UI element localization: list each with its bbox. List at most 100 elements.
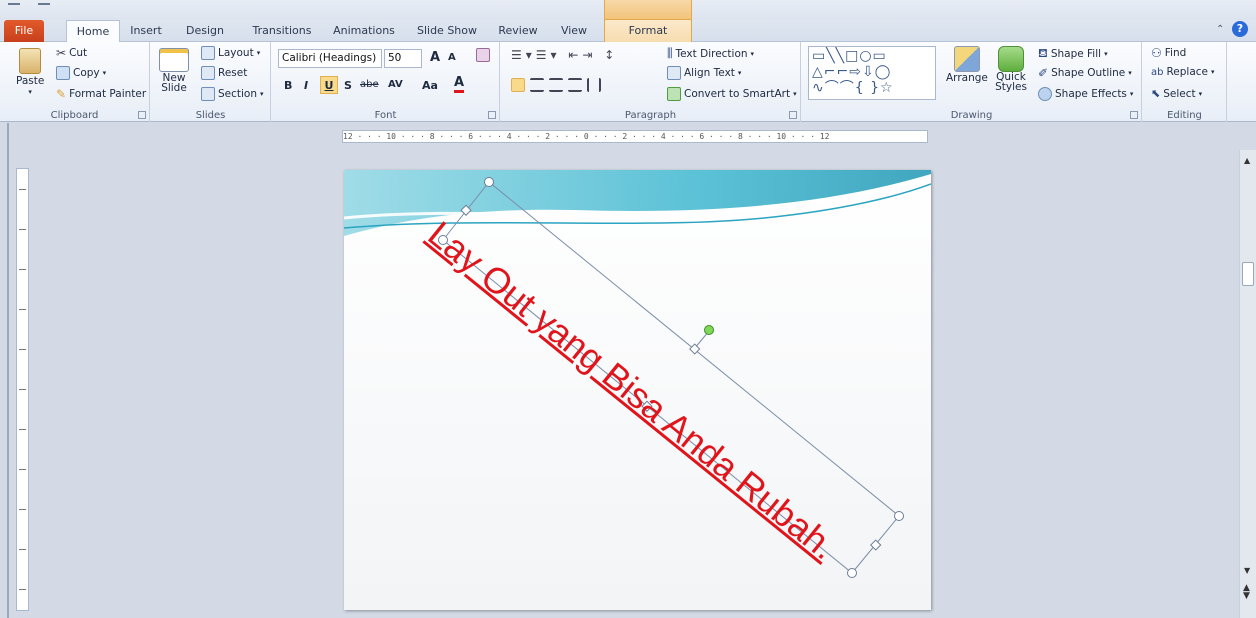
dialog-launcher-icon[interactable] [488,111,496,119]
group-label-paragraph: Paragraph [624,110,677,121]
resize-handle[interactable] [484,177,494,187]
shrink-font-button[interactable]: A [448,52,456,63]
group-paragraph: ☰▾☰▾ ⇤⇥ ↕ ⫼ Text Direction ▾ Align Text ▾ … [501,42,801,122]
shadow-button[interactable]: S [344,79,352,92]
page-navigation-icon[interactable]: ▲ ▼ [1243,584,1250,601]
dialog-launcher-icon[interactable] [138,111,146,119]
tab-home[interactable]: Home [66,20,120,43]
group-label-font: Font [374,110,397,121]
justify-icon[interactable] [568,78,582,92]
replace-icon: ab [1151,66,1164,78]
scroll-thumb[interactable] [1242,262,1254,286]
find-button[interactable]: ⚇ Find [1151,46,1186,60]
quick-access-toolbar[interactable] [8,3,50,9]
arrange-icon [953,46,980,72]
group-clipboard: Paste ▾ ✂ Cut Copy ▾ ✎ Format Painter Cl… [0,42,150,122]
shape-effects-button[interactable]: Shape Effects ▾ [1038,87,1133,101]
scroll-up-icon[interactable]: ▲ [1244,156,1250,165]
dialog-launcher-icon[interactable] [789,111,797,119]
resize-handle[interactable] [894,511,904,521]
group-drawing: ▭╲╲□○▭ △⌐⌐⇨⇩◯ ∿⌒⌒{ }☆ Arrange Quick Styles… [802,42,1142,122]
section-icon [201,87,215,101]
clear-formatting-button[interactable] [476,48,490,62]
paste-icon [19,48,42,74]
drawing-tools-context-header [604,0,692,20]
minimize-ribbon-icon[interactable]: ⌃ [1216,24,1226,35]
group-label-editing: Editing [1167,110,1202,121]
arrange-button[interactable]: Arrange [946,46,988,84]
cursor-icon: ⬉ [1151,87,1161,100]
character-spacing-button[interactable]: AV [388,79,403,90]
eraser-icon [476,48,490,62]
strikethrough-button[interactable]: abe [360,79,379,90]
text-direction-button[interactable]: ⫼ Text Direction ▾ [667,46,754,61]
group-label-drawing: Drawing [950,110,993,121]
section-button[interactable]: Section ▾ [201,87,264,101]
grow-font-button[interactable]: A [430,50,440,65]
tab-slide-show[interactable]: Slide Show [410,20,484,42]
quick-styles-button[interactable]: Quick Styles [992,46,1030,92]
quick-styles-icon [998,46,1024,72]
chevron-down-icon: ▾ [28,88,32,96]
shape-outline-button[interactable]: ✐ Shape Outline ▾ [1038,66,1132,80]
help-icon[interactable]: ? [1232,21,1248,37]
font-name-combo[interactable]: Calibri (Headings) [278,49,382,68]
group-label-slides: Slides [195,110,226,121]
change-case-button[interactable]: Aa [422,79,438,92]
shape-fill-button[interactable]: ⛾ Shape Fill ▾ [1038,46,1108,62]
list-buttons[interactable]: ☰▾☰▾ ⇤⇥ ↕ [511,48,618,62]
reset-button[interactable]: Reset [201,66,247,80]
text-direction-icon: ⫼ [667,46,673,60]
align-left-icon[interactable] [511,78,525,92]
paint-bucket-icon: ⛾ [1038,46,1048,60]
vertical-ruler [16,168,29,611]
pane-splitter[interactable] [7,123,9,618]
copy-button[interactable]: Copy ▾ [56,66,106,80]
group-font: Calibri (Headings) 50 A A B I U S abe AV… [272,42,500,122]
italic-button[interactable]: I [304,79,308,92]
layout-icon [201,46,215,60]
rotate-handle[interactable] [704,325,714,335]
alignment-buttons[interactable] [511,78,601,92]
chevron-down-icon: ▾ [102,69,107,77]
paste-button[interactable]: Paste ▾ [16,48,44,96]
tab-design[interactable]: Design [178,20,232,42]
convert-smartart-button[interactable]: Convert to SmartArt ▾ [667,87,797,101]
dialog-launcher-icon[interactable] [1130,111,1138,119]
underline-button[interactable]: U [320,76,338,94]
group-slides: New Slide Layout ▾ Reset Section ▾ Slides [151,42,271,122]
tab-view[interactable]: View [554,20,594,42]
binoculars-icon: ⚇ [1151,46,1162,60]
tab-file[interactable]: File [4,20,44,42]
align-right-icon[interactable] [549,78,563,92]
vertical-scrollbar[interactable]: ▲ ▼ ▲ ▼ [1239,150,1256,618]
pen-icon: ✐ [1038,66,1049,80]
tab-review[interactable]: Review [494,20,542,42]
tab-format[interactable]: Format [604,20,692,42]
select-button[interactable]: ⬉ Select ▾ [1151,87,1202,100]
smartart-icon [667,87,681,101]
scroll-down-icon[interactable]: ▼ [1244,566,1250,575]
tab-transitions[interactable]: Transitions [246,20,318,42]
align-text-button[interactable]: Align Text ▾ [667,66,741,80]
bold-button[interactable]: B [284,79,292,92]
align-center-icon[interactable] [530,78,544,92]
font-color-button[interactable]: A [454,76,465,93]
columns-icon[interactable] [587,78,601,92]
format-painter-button[interactable]: ✎ Format Painter [56,87,146,101]
replace-button[interactable]: ab Replace ▾ [1151,66,1215,78]
layout-button[interactable]: Layout ▾ [201,46,260,60]
tab-animations[interactable]: Animations [328,20,400,42]
group-label-clipboard: Clipboard [50,110,99,121]
shapes-gallery[interactable]: ▭╲╲□○▭ △⌐⌐⇨⇩◯ ∿⌒⌒{ }☆ [808,46,936,100]
shape-effects-icon [1038,87,1052,101]
ribbon: Paste ▾ ✂ Cut Copy ▾ ✎ Format Painter Cl… [0,42,1256,122]
horizontal-ruler: 12 · · · 10 · · · 8 · · · 6 · · · 4 · · … [342,130,928,143]
align-text-icon [667,66,681,80]
new-slide-button[interactable]: New Slide [159,48,189,93]
tab-insert[interactable]: Insert [124,20,168,42]
new-slide-icon [159,48,189,72]
font-size-combo[interactable]: 50 [384,49,422,68]
cut-button[interactable]: ✂ Cut [56,46,87,60]
title-bar [0,0,1256,20]
